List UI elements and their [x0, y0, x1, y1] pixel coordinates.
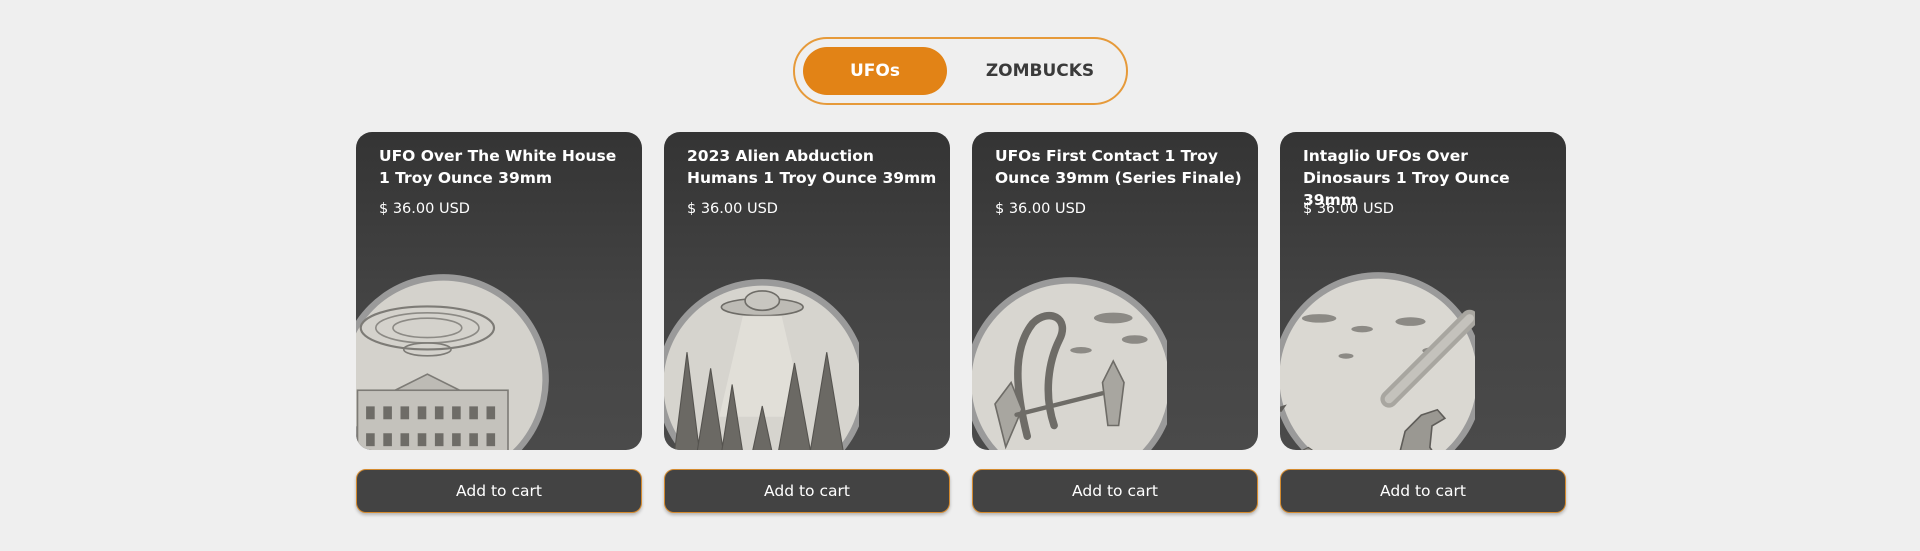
- collection-tabs: UFOs ZOMBUCKS: [793, 37, 1128, 105]
- product-title[interactable]: 2023 Alien Abduction Humans 1 Troy Ounce…: [687, 145, 937, 189]
- product-card[interactable]: 2023 Alien Abduction Humans 1 Troy Ounce…: [664, 132, 950, 450]
- product-title[interactable]: UFOs First Contact 1 Troy Ounce 39mm (Se…: [995, 145, 1245, 189]
- first-contact-coin-image[interactable]: [972, 275, 1167, 450]
- add-to-cart-button[interactable]: Add to cart: [664, 469, 950, 513]
- ufos-dinosaurs-coin-image[interactable]: [1280, 270, 1475, 450]
- add-to-cart-button[interactable]: Add to cart: [972, 469, 1258, 513]
- product-price: $ 36.00 USD: [687, 201, 778, 217]
- add-to-cart-button[interactable]: Add to cart: [1280, 469, 1566, 513]
- product-title[interactable]: UFO Over The White House 1 Troy Ounce 39…: [379, 145, 629, 189]
- product-card[interactable]: Intaglio UFOs Over Dinosaurs 1 Troy Ounc…: [1280, 132, 1566, 450]
- product-price: $ 36.00 USD: [379, 201, 470, 217]
- product-price: $ 36.00 USD: [995, 201, 1086, 217]
- ufo-white-house-coin-image[interactable]: [356, 272, 551, 450]
- product-card[interactable]: UFOs First Contact 1 Troy Ounce 39mm (Se…: [972, 132, 1258, 450]
- alien-abduction-coin-image[interactable]: [664, 277, 859, 450]
- tab-ufos[interactable]: UFOs: [803, 47, 947, 95]
- tab-zombucks[interactable]: ZOMBUCKS: [965, 47, 1115, 95]
- product-price: $ 36.00 USD: [1303, 201, 1394, 217]
- add-to-cart-button[interactable]: Add to cart: [356, 469, 642, 513]
- product-card[interactable]: UFO Over The White House 1 Troy Ounce 39…: [356, 132, 642, 450]
